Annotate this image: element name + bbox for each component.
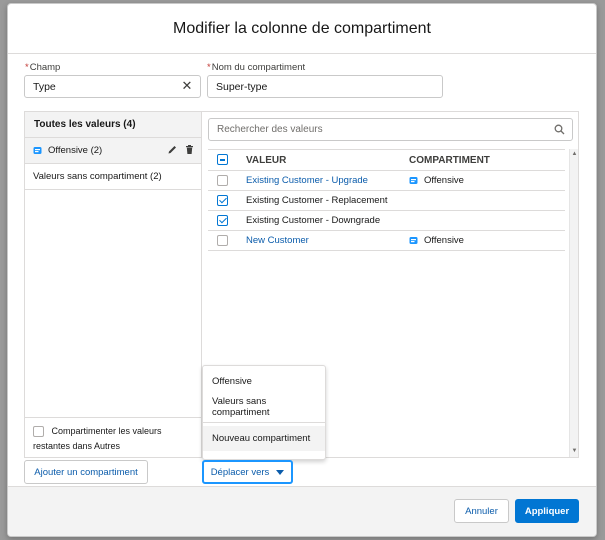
move-to-menu: Offensive Valeurs sans compartiment Nouv… bbox=[202, 365, 326, 460]
value-link[interactable]: New Customer bbox=[246, 235, 409, 246]
clear-icon[interactable]: ✕ bbox=[180, 79, 194, 93]
value-cell: Existing Customer - Replacement bbox=[246, 195, 388, 206]
column-header-value: VALEUR bbox=[246, 154, 287, 166]
bucket-cell: Offensive bbox=[424, 175, 464, 186]
chevron-down-icon bbox=[276, 469, 285, 475]
modal-dialog: Modifier la colonne de compartiment *Cha… bbox=[7, 3, 597, 537]
champ-value: Type bbox=[33, 80, 56, 93]
table-header: VALEUR COMPARTIMENT bbox=[208, 149, 565, 171]
scroll-up-icon[interactable]: ▲ bbox=[571, 151, 578, 158]
table-row: Existing Customer - Upgrade Offensive bbox=[208, 171, 565, 191]
bucket-cell: Offensive bbox=[424, 235, 464, 246]
add-bucket-button[interactable]: Ajouter un compartiment bbox=[24, 460, 148, 484]
modal-header: Modifier la colonne de compartiment bbox=[8, 4, 596, 54]
scroll-down-icon[interactable]: ▼ bbox=[571, 448, 578, 455]
modal-title: Modifier la colonne de compartiment bbox=[173, 19, 431, 37]
apply-button[interactable]: Appliquer bbox=[515, 499, 579, 523]
bucket-item-label: Valeurs sans compartiment (2) bbox=[33, 171, 162, 182]
modal-footer: Annuler Appliquer bbox=[8, 486, 596, 536]
table-row: Existing Customer - Downgrade bbox=[208, 211, 565, 231]
bucket-name-input[interactable]: Super-type bbox=[207, 75, 443, 98]
delete-icon[interactable] bbox=[184, 144, 195, 155]
search-input[interactable]: Rechercher des valeurs bbox=[208, 118, 573, 141]
search-placeholder: Rechercher des valeurs bbox=[217, 124, 323, 135]
bucket-remaining-option: Compartimenter les valeurs restantes dan… bbox=[25, 417, 201, 457]
row-checkbox[interactable] bbox=[217, 194, 228, 206]
all-values-header[interactable]: Toutes les valeurs (4) bbox=[25, 112, 201, 138]
row-checkbox[interactable] bbox=[217, 174, 228, 186]
champ-label: *Champ bbox=[25, 62, 61, 73]
bucket-item-offensive[interactable]: Offensive (2) bbox=[25, 138, 201, 164]
bucket-icon bbox=[409, 176, 418, 185]
bucket-item-label: Offensive (2) bbox=[48, 145, 103, 156]
menu-divider bbox=[203, 422, 325, 423]
cancel-button[interactable]: Annuler bbox=[454, 499, 509, 523]
bucket-name-label: *Nom du compartiment bbox=[207, 62, 306, 73]
bucket-icon bbox=[33, 146, 42, 155]
menu-item-offensive[interactable]: Offensive bbox=[203, 369, 325, 394]
row-checkbox[interactable] bbox=[217, 234, 228, 246]
bucket-name-value: Super-type bbox=[216, 80, 268, 93]
bucket-icon bbox=[409, 236, 418, 245]
champ-combobox[interactable]: Type ✕ bbox=[24, 75, 201, 98]
edit-icon[interactable] bbox=[167, 144, 178, 155]
values-table: VALEUR COMPARTIMENT Existing Customer - … bbox=[208, 149, 565, 251]
value-cell: Existing Customer - Downgrade bbox=[246, 215, 381, 226]
column-header-bucket: COMPARTIMENT bbox=[409, 154, 490, 166]
row-checkbox[interactable] bbox=[217, 214, 228, 226]
scrollbar[interactable]: ▲ ▼ bbox=[569, 149, 578, 457]
menu-item-unbucketed[interactable]: Valeurs sans compartiment bbox=[203, 394, 325, 419]
bucket-remaining-checkbox[interactable] bbox=[33, 426, 44, 438]
select-all-checkbox[interactable] bbox=[217, 154, 228, 166]
bucket-item-unbucketed[interactable]: Valeurs sans compartiment (2) bbox=[25, 164, 201, 190]
move-to-button[interactable]: Déplacer vers bbox=[202, 460, 293, 484]
value-link[interactable]: Existing Customer - Upgrade bbox=[246, 175, 409, 186]
bucket-remaining-label: Compartimenter les valeurs restantes dan… bbox=[33, 426, 162, 451]
table-row: Existing Customer - Replacement bbox=[208, 191, 565, 211]
bucket-list-panel: Toutes les valeurs (4) Offensive (2) Val… bbox=[24, 111, 202, 458]
table-row: New Customer Offensive bbox=[208, 231, 565, 251]
menu-item-new-bucket[interactable]: Nouveau compartiment bbox=[203, 426, 325, 451]
search-icon bbox=[554, 124, 565, 135]
